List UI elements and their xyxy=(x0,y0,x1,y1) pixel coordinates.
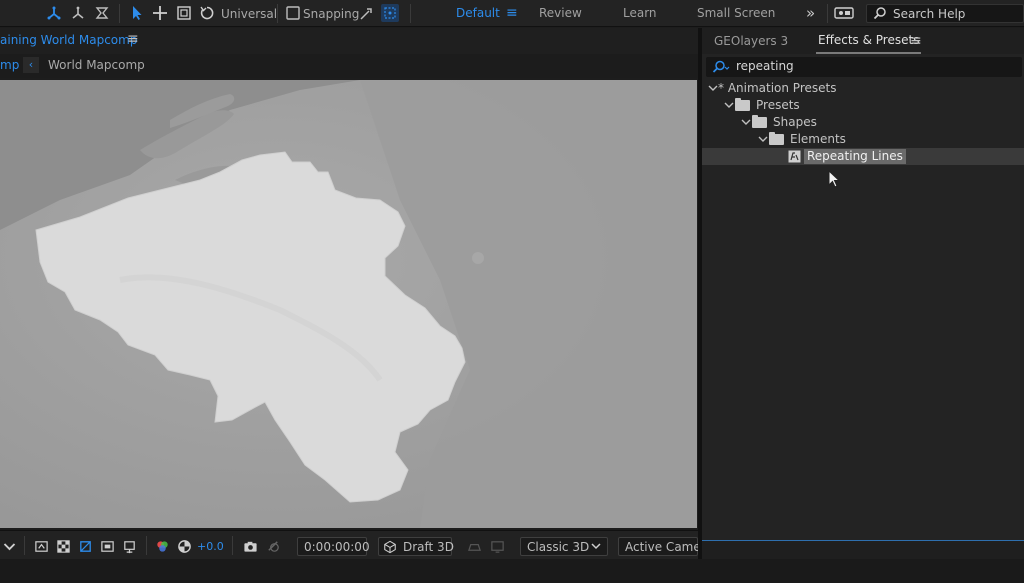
workspace-review[interactable]: Review xyxy=(539,0,582,27)
snap-edges-icon[interactable] xyxy=(358,4,376,22)
workspace-small-screen[interactable]: Small Screen xyxy=(697,0,775,27)
tree-label: Elements xyxy=(790,132,846,146)
effects-search-field[interactable]: repeating xyxy=(706,57,1022,77)
search-help-box[interactable]: Search Help xyxy=(866,4,1024,23)
3d-view-dropdown[interactable]: Active Camer... xyxy=(618,537,716,556)
sync-settings-icon[interactable] xyxy=(833,4,855,22)
snapping-checkbox[interactable] xyxy=(284,4,302,22)
universal-label: Universal xyxy=(221,6,278,21)
chevron-down-icon[interactable] xyxy=(758,132,768,146)
tree-row-repeating-lines[interactable]: Repeating Lines xyxy=(702,148,1024,165)
mask-visibility-icon[interactable] xyxy=(77,538,94,555)
panel-menu-icon[interactable]: ≡ xyxy=(127,31,139,47)
scale-tool-icon[interactable] xyxy=(175,4,193,22)
workspace-overflow-icon[interactable]: » xyxy=(806,0,815,27)
draft-3d-icon xyxy=(383,540,397,554)
selection-tool-icon[interactable] xyxy=(128,4,146,22)
renderer-button[interactable]: Draft 3D xyxy=(378,537,454,556)
tab-geolayers[interactable]: GEOlayers 3 xyxy=(714,28,788,54)
extended-viewer-icon[interactable] xyxy=(489,538,506,555)
folder-icon xyxy=(769,132,784,145)
magnification-dropdown-icon[interactable] xyxy=(2,538,17,555)
folder-icon xyxy=(735,98,750,111)
orbit-camera-icon[interactable] xyxy=(69,4,87,22)
tree-row-elements[interactable]: Elements xyxy=(702,131,1024,148)
composition-viewer[interactable] xyxy=(0,80,697,528)
breadcrumb[interactable]: World Mapcomp xyxy=(48,58,145,72)
show-snapshot-icon[interactable] xyxy=(265,538,282,555)
exposure-reset-icon[interactable] xyxy=(176,538,193,555)
composition-panel-header: aining World Mapcomp ≡ xyxy=(0,28,698,54)
transparency-grid-icon[interactable] xyxy=(55,538,72,555)
rotate-tool-icon[interactable] xyxy=(198,4,216,22)
effects-panel-tabs: GEOlayers 3 Effects & Presets ≡ xyxy=(702,28,1024,54)
snapshot-camera-icon[interactable] xyxy=(242,538,259,555)
effects-search-value: repeating xyxy=(736,59,794,73)
move-tool-icon[interactable] xyxy=(151,4,169,22)
chevron-down-icon xyxy=(591,539,601,553)
chevron-down-icon[interactable] xyxy=(724,98,734,112)
region-of-interest-icon[interactable] xyxy=(99,538,116,555)
3d-ground-plane-icon[interactable] xyxy=(466,538,483,555)
comp-tab-active[interactable]: mp xyxy=(0,58,19,72)
chevron-down-icon[interactable] xyxy=(708,81,718,95)
exposure-value[interactable]: +0.0 xyxy=(197,540,224,553)
guides-icon[interactable] xyxy=(121,538,138,555)
snap-points-icon[interactable] xyxy=(381,4,399,22)
bottom-status-strip xyxy=(0,559,1024,583)
folder-icon xyxy=(752,115,767,128)
composition-tabs: mp ‹ World Mapcomp xyxy=(0,54,698,78)
tree-label: * Animation Presets xyxy=(718,81,837,95)
unified-camera-icon[interactable] xyxy=(45,4,63,22)
chevron-down-icon[interactable] xyxy=(741,115,751,129)
current-time-field[interactable]: 0:00:00:00 xyxy=(297,537,370,556)
search-help-placeholder: Search Help xyxy=(893,7,966,21)
color-channels-icon[interactable] xyxy=(154,538,171,555)
tree-row-animation-presets[interactable]: * Animation Presets xyxy=(702,80,1024,97)
tab-effects-presets[interactable]: Effects & Presets xyxy=(816,28,922,54)
tree-label: Presets xyxy=(756,98,800,112)
map-canvas xyxy=(0,80,697,528)
tree-row-shapes[interactable]: Shapes xyxy=(702,114,1024,131)
search-icon xyxy=(712,60,730,74)
breadcrumb-back-icon[interactable]: ‹ xyxy=(23,57,39,73)
workspace-learn[interactable]: Learn xyxy=(623,0,657,27)
tree-row-presets[interactable]: Presets xyxy=(702,97,1024,114)
effects-presets-panel: GEOlayers 3 Effects & Presets ≡ repeatin… xyxy=(702,28,1024,540)
mouse-cursor-icon xyxy=(828,170,841,188)
preview-always-icon[interactable] xyxy=(33,538,50,555)
renderer-mode-dropdown[interactable]: Classic 3D xyxy=(520,537,608,556)
workspace-menu-icon[interactable]: ≡ xyxy=(506,0,518,27)
workspace-default[interactable]: Default xyxy=(456,0,500,27)
animation-preset-icon xyxy=(788,150,801,163)
tree-label: Repeating Lines xyxy=(804,149,906,164)
composition-footer: +0.0 0:00:00:00 Draft 3D Classic 3D Acti… xyxy=(0,530,716,559)
snapping-label[interactable]: Snapping xyxy=(303,0,359,27)
pan-camera-icon[interactable] xyxy=(93,4,111,22)
search-icon xyxy=(873,6,887,20)
composition-panel-title[interactable]: aining World Mapcomp xyxy=(0,33,137,47)
panel-menu-icon[interactable]: ≡ xyxy=(910,28,922,54)
top-toolbar: Universal Snapping Default ≡ Review Lear… xyxy=(0,0,1024,27)
tree-label: Shapes xyxy=(773,115,817,129)
effects-panel-footer xyxy=(702,540,1024,559)
